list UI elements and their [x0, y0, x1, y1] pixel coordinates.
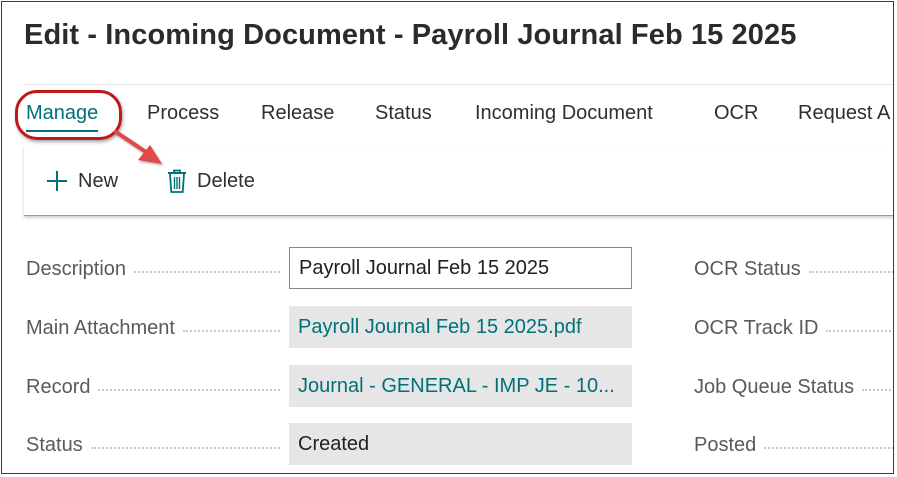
label-dots — [134, 271, 280, 273]
plus-icon — [44, 168, 70, 194]
title-divider — [24, 84, 893, 85]
label-dots — [90, 447, 280, 449]
status-field: Created — [289, 423, 632, 465]
page-frame: Edit - Incoming Document - Payroll Journ… — [1, 1, 894, 474]
tab-status[interactable]: Status — [375, 102, 432, 125]
label-dots — [182, 330, 280, 332]
tab-request-approval-label: Request A — [798, 102, 891, 124]
delete-button[interactable]: Delete — [165, 168, 255, 194]
status-label-text: Status — [26, 433, 83, 456]
description-field[interactable]: Payroll Journal Feb 15 2025 — [289, 247, 632, 289]
tab-incoming-document-label: Incoming Document — [475, 102, 653, 124]
annotation-arrow — [114, 130, 162, 164]
job-queue-status-label: Job Queue Status — [694, 372, 893, 402]
tab-process[interactable]: Process — [147, 102, 219, 125]
posted-label-text: Posted — [694, 433, 757, 456]
label-dots — [764, 447, 893, 449]
label-dots — [862, 389, 893, 391]
label-dots — [808, 271, 893, 273]
delete-button-label: Delete — [197, 169, 255, 192]
tab-release[interactable]: Release — [261, 102, 334, 125]
annotation-highlight-oval — [15, 90, 122, 140]
new-button[interactable]: New — [44, 168, 118, 194]
main-attachment-label-text: Main Attachment — [26, 316, 175, 339]
page-title: Edit - Incoming Document - Payroll Journ… — [24, 19, 797, 51]
ocr-track-id-label: OCR Track ID — [694, 313, 893, 343]
tab-request-approval[interactable]: Request A — [798, 102, 890, 125]
tab-incoming-document[interactable]: Incoming Document — [475, 102, 653, 125]
main-attachment-label: Main Attachment — [26, 313, 280, 343]
posted-label: Posted — [694, 430, 893, 460]
tab-ocr-label: OCR — [714, 102, 759, 124]
record-link[interactable]: Journal - GENERAL - IMP JE - 10... — [289, 365, 632, 407]
ocr-track-id-label-text: OCR Track ID — [694, 316, 819, 339]
main-attachment-link[interactable]: Payroll Journal Feb 15 2025.pdf — [289, 306, 632, 348]
tab-status-label: Status — [375, 102, 432, 124]
tab-release-label: Release — [261, 102, 335, 124]
label-dots — [826, 330, 893, 332]
description-label: Description — [26, 254, 280, 284]
record-label: Record — [26, 372, 280, 402]
ocr-status-label: OCR Status — [694, 254, 893, 284]
record-label-text: Record — [26, 375, 91, 398]
tab-process-label: Process — [147, 102, 220, 124]
job-queue-status-label-text: Job Queue Status — [694, 375, 855, 398]
description-label-text: Description — [26, 257, 127, 280]
tab-ocr[interactable]: OCR — [714, 102, 758, 125]
label-dots — [98, 389, 280, 391]
ocr-status-label-text: OCR Status — [694, 257, 801, 280]
status-label: Status — [26, 430, 280, 460]
